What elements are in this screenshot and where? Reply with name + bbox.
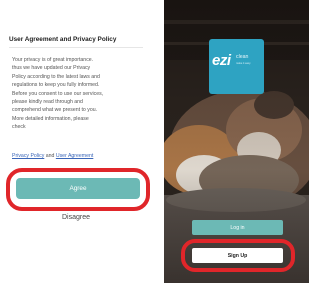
disagree-button[interactable]: Disagree: [0, 214, 152, 221]
divider: [9, 47, 143, 48]
body-line: Policy according to the latest laws and: [12, 73, 100, 80]
logo-text: ezi: [212, 52, 231, 69]
body-line: Before you consent to use our services,: [12, 90, 104, 97]
and-text: and: [44, 153, 56, 159]
highlight-ring-agree: [6, 168, 150, 211]
body-line: Your privacy is of great importance.: [12, 57, 94, 63]
logo-tagline: make it easy: [236, 62, 251, 65]
body-line: check: [12, 124, 26, 131]
agreement-screen: User Agreement and Privacy Policy Your p…: [0, 0, 152, 283]
body-line: regulations to keep you fully informed.: [12, 82, 100, 89]
dialog-title: User Agreement and Privacy Policy: [9, 36, 117, 43]
ezi-logo: ezi clean make it easy: [209, 39, 264, 94]
logo-subtext: clean: [236, 54, 249, 60]
screenshot-stage: User Agreement and Privacy Policy Your p…: [0, 0, 309, 283]
login-button[interactable]: Log in: [192, 220, 283, 235]
body-line: please kindly read through and: [12, 99, 83, 106]
agreement-body: Your privacy is of great importance. thu…: [12, 56, 147, 132]
user-agreement-link[interactable]: User Agreement: [56, 153, 93, 159]
privacy-policy-link[interactable]: Privacy Policy: [12, 153, 44, 159]
highlight-ring-signup: [181, 239, 295, 272]
policy-links: Privacy Policy and User Agreement: [12, 153, 93, 159]
body-line: comprehend what we present to you.: [12, 107, 98, 114]
body-line: thus we have updated our Privacy: [12, 65, 91, 72]
body-line: More detailed information, please: [12, 115, 89, 122]
welcome-screen: ezi clean make it easy Log in Sign Up: [164, 0, 309, 283]
